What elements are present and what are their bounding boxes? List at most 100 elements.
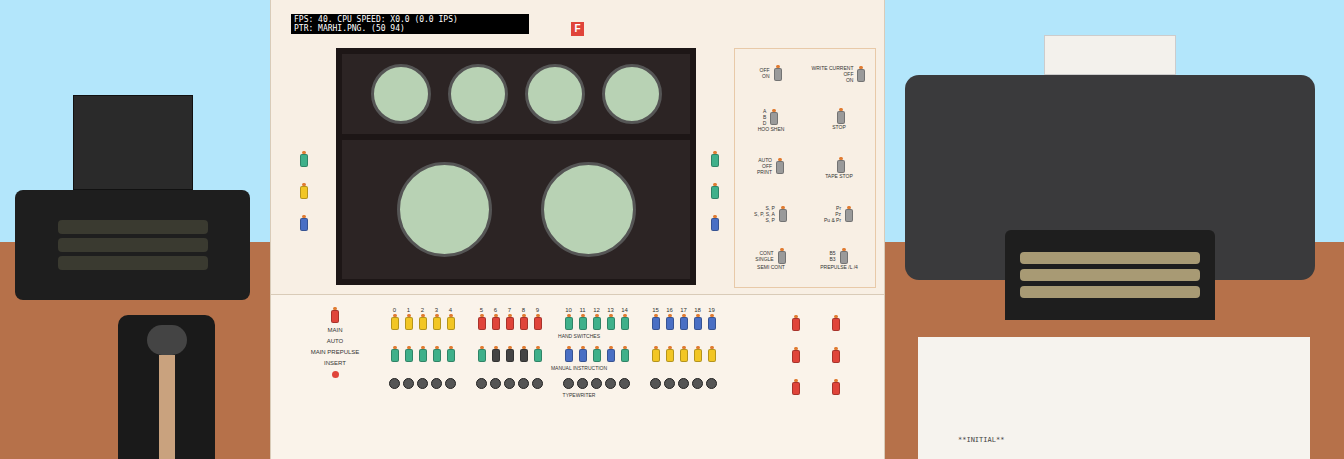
hand-switch[interactable] <box>564 314 574 330</box>
typewriter-button[interactable] <box>476 378 487 389</box>
panel-switch[interactable] <box>836 108 846 124</box>
status-line: PTR: MARHI.PNG. (50 94) <box>294 24 526 33</box>
hand-switch[interactable] <box>446 314 456 330</box>
typewriter-button[interactable] <box>518 378 529 389</box>
side-switch[interactable] <box>710 215 720 231</box>
hand-switch[interactable] <box>592 314 602 330</box>
hand-switch[interactable] <box>665 314 675 330</box>
teleprinter[interactable] <box>15 95 250 300</box>
hand-switch[interactable] <box>606 314 616 330</box>
instruction-switch[interactable] <box>707 346 717 362</box>
large-crt <box>397 162 492 257</box>
panel-switch[interactable] <box>775 158 785 174</box>
hand-switch[interactable] <box>491 314 501 330</box>
instruction-switch[interactable] <box>651 346 661 362</box>
instruction-switch[interactable] <box>390 346 400 362</box>
typewriter-button[interactable] <box>403 378 414 389</box>
hand-switch[interactable] <box>693 314 703 330</box>
switch-number: 19 <box>708 307 715 314</box>
instruction-switch[interactable] <box>432 346 442 362</box>
typewriter-button[interactable] <box>619 378 630 389</box>
instruction-switch[interactable] <box>578 346 588 362</box>
panel-switch[interactable] <box>836 157 846 173</box>
right-switches <box>791 307 851 459</box>
instruction-switch[interactable] <box>606 346 616 362</box>
instruction-switch[interactable] <box>693 346 703 362</box>
tape-reader[interactable] <box>118 315 215 459</box>
hand-switch[interactable] <box>418 314 428 330</box>
main-switch[interactable] <box>330 307 340 323</box>
typewriter-button[interactable] <box>650 378 661 389</box>
hand-switch[interactable] <box>533 314 543 330</box>
console: FPS: 40. CPU SPEED: X0.0 (0.0 IPS)PTR: M… <box>270 0 885 459</box>
hand-switch[interactable] <box>519 314 529 330</box>
hand-switch[interactable] <box>679 314 689 330</box>
typewriter-button[interactable] <box>577 378 588 389</box>
control-cell: PrPzPu & Pr <box>807 205 871 223</box>
typewriter-button[interactable] <box>490 378 501 389</box>
instruction-switch[interactable] <box>620 346 630 362</box>
instruction-switch[interactable] <box>491 346 501 362</box>
right-switch[interactable] <box>831 347 841 363</box>
panel-switch[interactable] <box>839 248 849 264</box>
hand-switch[interactable] <box>651 314 661 330</box>
instruction-switch[interactable] <box>564 346 574 362</box>
hand-switch[interactable] <box>707 314 717 330</box>
right-switch[interactable] <box>791 347 801 363</box>
typewriter-button[interactable] <box>605 378 616 389</box>
hand-switch[interactable] <box>404 314 414 330</box>
instruction-switch[interactable] <box>679 346 689 362</box>
typewriter-button[interactable] <box>504 378 515 389</box>
side-switch[interactable] <box>710 183 720 199</box>
instruction-switch[interactable] <box>477 346 487 362</box>
ferranti-logo: F <box>571 22 584 36</box>
instruction-switch[interactable] <box>665 346 675 362</box>
switch-number: 9 <box>536 307 539 314</box>
hand-switch[interactable] <box>432 314 442 330</box>
typewriter-button[interactable] <box>417 378 428 389</box>
hand-switch[interactable] <box>477 314 487 330</box>
typewriter-button[interactable] <box>591 378 602 389</box>
instruction-switch[interactable] <box>418 346 428 362</box>
control-row: AUTOOFFPRINTTAPE STOP <box>739 157 871 180</box>
right-switch[interactable] <box>831 379 841 395</box>
control-label: MAIN <box>328 327 343 334</box>
panel-switch[interactable] <box>777 248 787 264</box>
side-switch[interactable] <box>299 215 309 231</box>
panel-switch[interactable] <box>778 206 788 222</box>
instruction-switch[interactable] <box>446 346 456 362</box>
hand-switch[interactable] <box>390 314 400 330</box>
side-switch[interactable] <box>710 151 720 167</box>
right-switch[interactable] <box>831 315 841 331</box>
hand-switch[interactable] <box>620 314 630 330</box>
panel-switch[interactable] <box>856 66 866 82</box>
panel-switch[interactable] <box>773 65 783 81</box>
hand-switch[interactable] <box>505 314 515 330</box>
typewriter-button[interactable] <box>692 378 703 389</box>
instruction-switch[interactable] <box>404 346 414 362</box>
typewriter-button[interactable] <box>445 378 456 389</box>
switch-number: 1 <box>407 307 410 314</box>
side-switch[interactable] <box>299 183 309 199</box>
right-switch[interactable] <box>791 315 801 331</box>
instruction-switch[interactable] <box>519 346 529 362</box>
typewriter-button[interactable] <box>389 378 400 389</box>
typewriter-button[interactable] <box>532 378 543 389</box>
typewriter-button[interactable] <box>563 378 574 389</box>
right-switch[interactable] <box>791 379 801 395</box>
small-crt <box>448 64 508 124</box>
typewriter-button[interactable] <box>706 378 717 389</box>
panel-switch[interactable] <box>769 109 779 125</box>
control-cell: STOP <box>807 108 871 133</box>
instruction-switch[interactable] <box>505 346 515 362</box>
typewriter-button[interactable] <box>431 378 442 389</box>
printer[interactable] <box>905 0 1315 280</box>
panel-switch[interactable] <box>844 206 854 222</box>
manual-instruction-label: MANUAL INSTRUCTION <box>389 365 769 371</box>
typewriter-button[interactable] <box>678 378 689 389</box>
instruction-switch[interactable] <box>533 346 543 362</box>
instruction-switch[interactable] <box>592 346 602 362</box>
hand-switch[interactable] <box>578 314 588 330</box>
typewriter-button[interactable] <box>664 378 675 389</box>
side-switch[interactable] <box>299 151 309 167</box>
